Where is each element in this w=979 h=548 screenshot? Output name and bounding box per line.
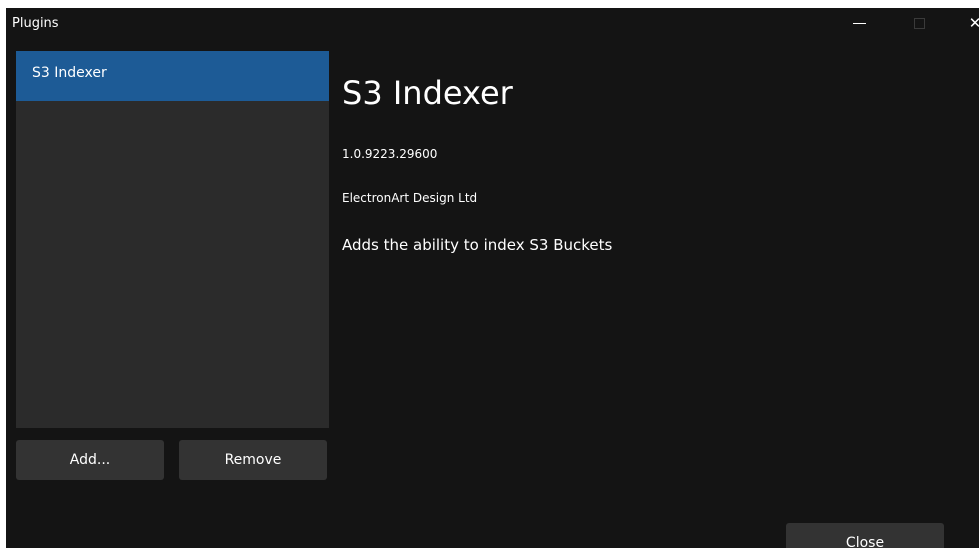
plugin-version: 1.0.9223.29600 (342, 147, 438, 161)
plugin-description: Adds the ability to index S3 Buckets (342, 236, 613, 254)
list-item-label: S3 Indexer (32, 65, 107, 81)
list-item-s3-indexer[interactable]: S3 Indexer (16, 51, 329, 101)
minimize-button[interactable] (836, 8, 882, 38)
close-window-button[interactable]: ✕ (952, 8, 979, 38)
plugins-window: Plugins ✕ S3 Indexer Add... Remove S3 In… (6, 8, 979, 548)
window-title: Plugins (12, 16, 59, 31)
minimize-icon (852, 22, 866, 24)
plugin-list[interactable]: S3 Indexer (16, 51, 329, 428)
close-button[interactable]: Close (786, 523, 944, 548)
plugin-author: ElectronArt Design Ltd (342, 191, 478, 205)
close-icon: ✕ (968, 13, 979, 32)
maximize-icon (913, 17, 925, 29)
plugin-name: S3 Indexer (342, 74, 513, 112)
remove-button[interactable]: Remove (179, 440, 327, 480)
title-bar[interactable]: Plugins ✕ (6, 8, 979, 44)
maximize-button[interactable] (896, 8, 942, 38)
add-button[interactable]: Add... (16, 440, 164, 480)
